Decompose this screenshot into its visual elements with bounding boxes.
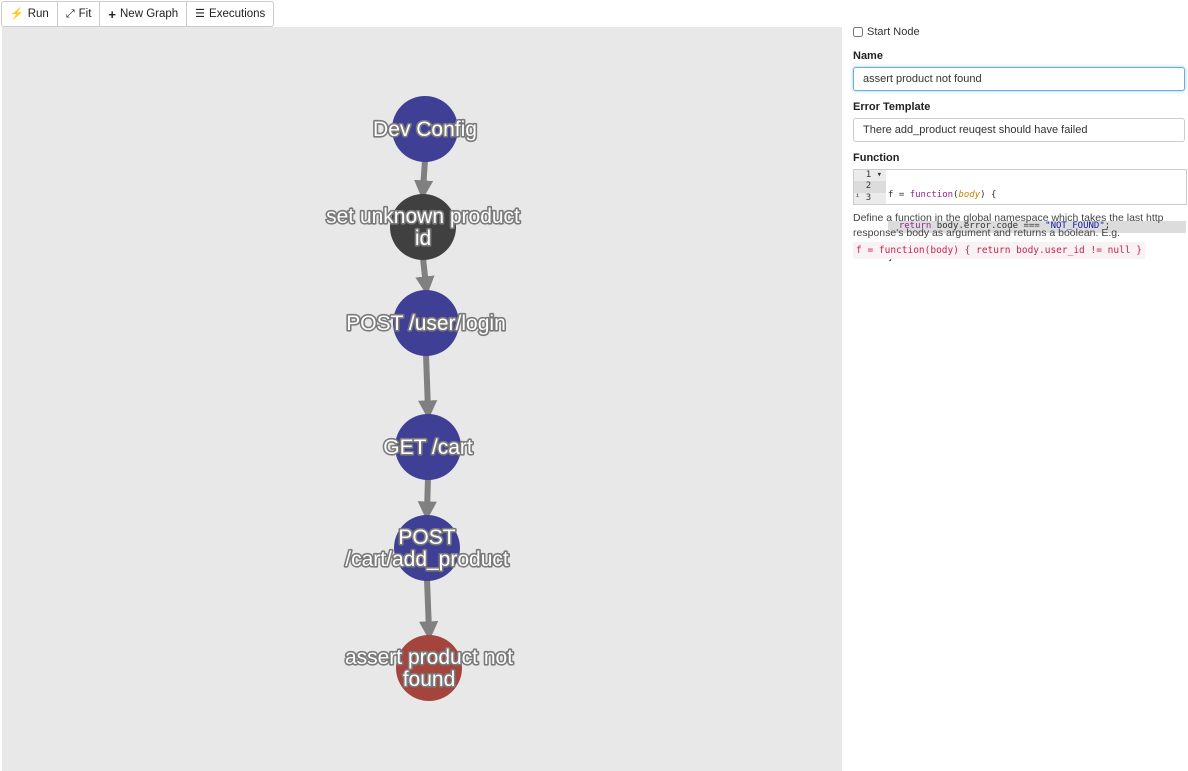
graph-edge[interactable] bbox=[419, 578, 439, 641]
list-icon: ☰ bbox=[195, 7, 206, 20]
graph-node-label: id bbox=[415, 227, 431, 250]
executions-button[interactable]: ☰ Executions bbox=[187, 2, 273, 26]
graph-edge[interactable] bbox=[418, 353, 438, 420]
graph-edge[interactable] bbox=[417, 477, 437, 521]
executions-button-label: Executions bbox=[209, 8, 266, 20]
plus-icon: + bbox=[108, 6, 116, 22]
graph-svg[interactable]: Dev Config set unknown productid POST /use… bbox=[2, 27, 842, 771]
graph-canvas[interactable]: Dev Config set unknown product id POST /use… bbox=[2, 27, 842, 771]
function-label: Function bbox=[853, 152, 900, 164]
graph-node-label: /cart/add_product bbox=[345, 548, 509, 571]
graph-node-post-user-login[interactable]: POST /user/login bbox=[345, 290, 507, 356]
line-number: 1 ▾ bbox=[865, 170, 882, 180]
new-graph-button[interactable]: + New Graph bbox=[100, 2, 188, 26]
help-code-example: f = function(body) { return body.user_id… bbox=[853, 242, 1145, 259]
graph-node-label: POST /user/login bbox=[346, 312, 506, 335]
fit-button[interactable]: ⤢ Fit bbox=[58, 2, 101, 26]
code-lines[interactable]: f = function(body) { return body.error.c… bbox=[886, 170, 1186, 263]
graph-node-post-cart-add-product[interactable]: POST/cart/add_product bbox=[344, 515, 510, 581]
bolt-icon: ⚡ bbox=[10, 7, 24, 20]
code-gutter: 1 ▾ 2 ⁱ 3 bbox=[854, 170, 886, 204]
toolbar: ⚡ Run ⤢ Fit + New Graph ☰ Executions bbox=[1, 1, 275, 27]
graph-node-label: GET /cart bbox=[383, 436, 473, 459]
graph-node-label: assert product not bbox=[345, 646, 513, 669]
expand-icon: ⤢ bbox=[65, 7, 75, 20]
line-number: ⁱ 3 bbox=[854, 192, 872, 203]
graph-node-label: found bbox=[403, 668, 456, 691]
function-code-editor[interactable]: 1 ▾ 2 ⁱ 3 f = function(body) { return bo… bbox=[853, 169, 1187, 263]
help-description: Define a function in the global namespac… bbox=[853, 212, 1164, 239]
start-node-row: Start Node bbox=[853, 24, 1187, 40]
fit-button-label: Fit bbox=[78, 8, 92, 20]
graph-node-dev-config[interactable]: Dev Config bbox=[371, 96, 479, 162]
graph-edge[interactable] bbox=[415, 257, 435, 296]
graph-node-label: Dev Config bbox=[373, 118, 477, 141]
graph-edge[interactable] bbox=[414, 159, 434, 200]
name-label: Name bbox=[853, 50, 883, 62]
node-editor-panel: Start Node Name Error Template Function … bbox=[853, 22, 1187, 263]
start-node-label[interactable]: Start Node bbox=[867, 26, 920, 38]
graph-node-set-unknown-product-id[interactable]: set unknown productid bbox=[325, 194, 522, 260]
error-template-label: Error Template bbox=[853, 101, 931, 113]
run-button[interactable]: ⚡ Run bbox=[2, 2, 58, 26]
name-input[interactable] bbox=[853, 67, 1185, 91]
graph-node-label: set unknown product bbox=[326, 205, 520, 228]
error-template-input[interactable] bbox=[853, 118, 1185, 142]
code-line-1: f = function(body) { bbox=[888, 190, 997, 200]
start-node-checkbox[interactable] bbox=[853, 27, 863, 37]
run-button-label: Run bbox=[27, 8, 49, 20]
line-number: 2 bbox=[854, 181, 886, 193]
graph-node-assert-product-not-found[interactable]: assert product notfound bbox=[343, 635, 515, 701]
new-graph-button-label: New Graph bbox=[120, 8, 179, 20]
graph-node-get-cart[interactable]: GET /cart bbox=[382, 414, 474, 480]
graph-node-label: POST bbox=[398, 526, 455, 549]
